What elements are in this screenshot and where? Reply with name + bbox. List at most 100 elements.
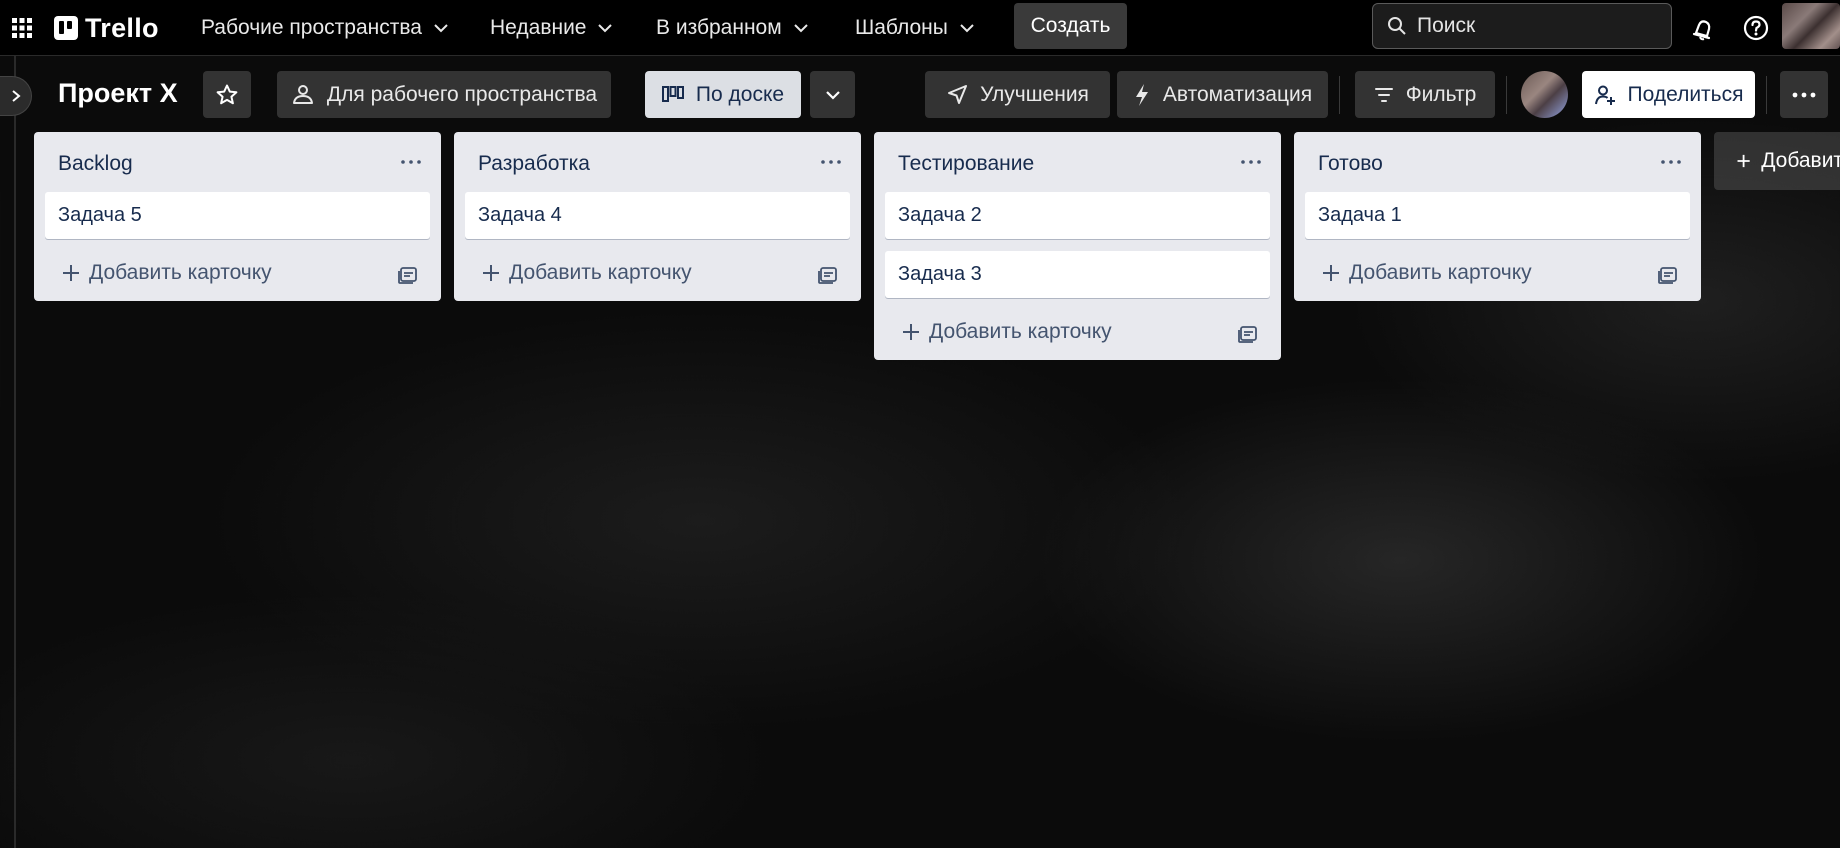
list-footer: Добавить карточку [34,251,441,299]
sidebar-rail [14,56,16,848]
card[interactable]: Задача 5 [45,192,430,239]
more-icon[interactable] [1239,152,1263,172]
workspaces-menu[interactable]: Рабочие пространства [195,10,456,46]
list-header: Готово [1294,132,1701,192]
templates-menu[interactable]: Шаблоны [849,10,982,46]
board-menu-button[interactable] [1780,71,1828,118]
template-icon[interactable] [1657,263,1679,285]
template-icon[interactable] [1237,322,1259,344]
list-title[interactable]: Тестирование [898,152,1034,176]
template-icon[interactable] [817,263,839,285]
add-card-label: Добавить карточку [929,320,1112,343]
rocket-icon [948,84,968,104]
list-title[interactable]: Готово [1318,152,1383,176]
plus-icon [1323,265,1339,281]
template-icon[interactable] [397,263,419,285]
share-button[interactable]: Поделиться [1582,71,1755,118]
workspaces-label: Рабочие пространства [201,16,422,39]
list-title[interactable]: Разработка [478,152,590,176]
add-card-button[interactable]: Добавить карточку [1321,261,1532,285]
star-icon [216,84,238,104]
more-icon[interactable] [819,152,843,172]
header-divider [1766,76,1767,114]
add-card-button[interactable]: Добавить карточку [481,261,692,285]
card[interactable]: Задача 1 [1305,192,1690,239]
list-footer: Добавить карточку [874,310,1281,358]
card[interactable]: Задача 2 [885,192,1270,239]
grid-icon[interactable] [8,14,36,42]
help-icon[interactable] [1740,12,1772,44]
filter-label: Фильтр [1405,82,1477,106]
chevron-down-icon [793,24,808,33]
chevron-down-icon [825,90,840,100]
lightning-icon [1135,83,1148,106]
board-title[interactable]: Проект X [58,78,178,109]
add-card-label: Добавить карточку [509,261,692,284]
card[interactable]: Задача 4 [465,192,850,239]
card[interactable]: Задача 3 [885,251,1270,298]
more-icon [1792,92,1816,97]
list-footer: Добавить карточку [454,251,861,299]
search-input[interactable] [1417,14,1647,38]
sidebar-toggle-button[interactable] [0,76,32,116]
list-header: Разработка [454,132,861,192]
starred-menu[interactable]: В избранном [650,10,816,46]
list-development: Разработка Задача 4 Добавить карточку [454,132,861,301]
trello-logo-icon [54,16,78,40]
add-card-button[interactable]: Добавить карточку [61,261,272,285]
search-icon [1388,17,1406,35]
trello-logo[interactable]: Trello [54,12,159,44]
user-avatar[interactable] [1782,3,1840,49]
chevron-down-icon [960,24,974,33]
member-avatar[interactable] [1521,71,1568,118]
list-backlog: Backlog Задача 5 Добавить карточку [34,132,441,301]
plus-icon [483,265,499,281]
add-card-label: Добавить карточку [1349,261,1532,284]
top-navigation: Trello Рабочие пространства Недавние В и… [0,0,1840,56]
visibility-button[interactable]: Для рабочего пространства [277,71,611,118]
add-person-icon [1594,85,1615,105]
plus-icon [1737,154,1750,168]
add-list-label: Добавить [1761,149,1840,172]
list-header: Тестирование [874,132,1281,192]
add-list-button[interactable]: Добавить [1714,132,1840,190]
chevron-down-icon [434,24,448,33]
more-icon[interactable] [1659,152,1683,172]
starred-label: В избранном [656,16,782,39]
header-divider [1339,76,1340,114]
plus-icon [63,265,79,281]
list-footer: Добавить карточку [1294,251,1701,299]
more-icon[interactable] [399,152,423,172]
list-header: Backlog [34,132,441,192]
power-ups-label: Улучшения [980,82,1089,106]
board-view-button[interactable]: По доске [645,71,801,118]
add-card-label: Добавить карточку [89,261,272,284]
recent-label: Недавние [490,16,587,39]
board-icon [661,85,684,102]
recent-menu[interactable]: Недавние [484,10,620,46]
automation-button[interactable]: Автоматизация [1117,71,1328,118]
people-icon [292,84,313,104]
templates-label: Шаблоны [855,16,948,39]
plus-icon [903,324,919,340]
visibility-label: Для рабочего пространства [326,82,598,106]
list-testing: Тестирование Задача 2 Задача 3 Добавить … [874,132,1281,360]
chevron-down-icon [598,24,613,33]
power-ups-button[interactable]: Улучшения [925,71,1110,118]
logo-text: Trello [85,12,159,43]
create-button[interactable]: Создать [1014,3,1127,49]
share-label: Поделиться [1627,82,1744,106]
view-switcher-button[interactable] [810,71,855,118]
chevron-right-icon [11,90,21,102]
bell-icon[interactable] [1687,12,1719,44]
list-done: Готово Задача 1 Добавить карточку [1294,132,1701,301]
add-card-button[interactable]: Добавить карточку [901,320,1112,344]
automation-label: Автоматизация [1162,82,1313,106]
star-button[interactable] [203,71,251,118]
filter-button[interactable]: Фильтр [1355,71,1495,118]
header-divider [1506,76,1507,114]
board-view-label: По доске [695,82,785,106]
search-box[interactable] [1372,3,1672,49]
filter-icon [1374,87,1393,102]
list-title[interactable]: Backlog [58,152,133,176]
